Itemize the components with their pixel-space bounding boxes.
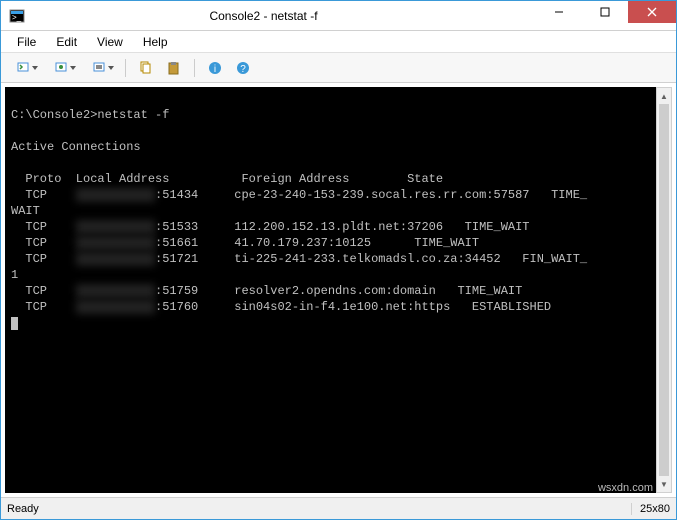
menu-edit[interactable]: Edit xyxy=(48,33,85,51)
help-button[interactable]: ? xyxy=(231,57,255,79)
toolbar: i ? xyxy=(1,53,676,83)
run-button[interactable] xyxy=(45,57,79,79)
titlebar: >_ Console2 - netstat -f xyxy=(1,1,676,31)
terminal[interactable]: C:\Console2>netstat -f Active Connection… xyxy=(5,87,656,493)
watermark: wsxdn.com xyxy=(598,482,653,494)
menu-view[interactable]: View xyxy=(89,33,131,51)
new-tab-button[interactable] xyxy=(7,57,41,79)
scroll-up-button[interactable]: ▲ xyxy=(657,88,671,104)
status-text: Ready xyxy=(7,503,631,515)
maximize-button[interactable] xyxy=(582,1,628,23)
scroll-thumb[interactable] xyxy=(659,104,669,476)
statusbar: Ready 25x80 xyxy=(1,497,676,519)
window-title: Console2 - netstat -f xyxy=(31,9,536,23)
scroll-track[interactable] xyxy=(657,104,671,476)
svg-text:i: i xyxy=(214,64,216,75)
info-button[interactable]: i xyxy=(203,57,227,79)
toolbar-separator xyxy=(194,59,195,77)
terminal-area: C:\Console2>netstat -f Active Connection… xyxy=(1,83,676,497)
toolbar-separator xyxy=(125,59,126,77)
minimize-button[interactable] xyxy=(536,1,582,23)
scroll-down-button[interactable]: ▼ xyxy=(657,476,671,492)
status-dimensions: 25x80 xyxy=(631,503,670,515)
svg-text:?: ? xyxy=(240,64,246,75)
window-controls xyxy=(536,1,676,30)
close-button[interactable] xyxy=(628,1,676,23)
svg-text:>_: >_ xyxy=(12,13,22,22)
paste-button[interactable] xyxy=(162,57,186,79)
app-window: >_ Console2 - netstat -f File Edit View … xyxy=(0,0,677,520)
settings-button[interactable] xyxy=(83,57,117,79)
menu-file[interactable]: File xyxy=(9,33,44,51)
menu-help[interactable]: Help xyxy=(135,33,176,51)
copy-button[interactable] xyxy=(134,57,158,79)
menubar: File Edit View Help xyxy=(1,31,676,53)
scrollbar[interactable]: ▲ ▼ xyxy=(656,87,672,493)
app-icon: >_ xyxy=(9,8,25,24)
